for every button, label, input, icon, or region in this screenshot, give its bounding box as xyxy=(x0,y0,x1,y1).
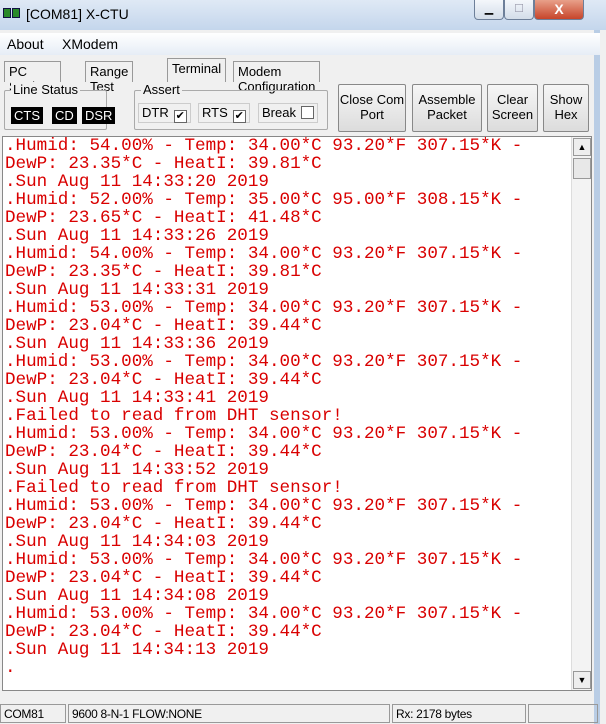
terminal-line: .Humid: 53.00% - Temp: 34.00*C 93.20*F 3… xyxy=(5,496,523,516)
scroll-thumb[interactable] xyxy=(573,158,591,179)
status-rx: Rx: 2178 bytes xyxy=(392,704,526,723)
dsr-indicator: DSR xyxy=(82,107,116,124)
terminal-line: .Sun Aug 11 14:33:36 2019 xyxy=(5,334,269,354)
show-hex-button[interactable]: Show Hex xyxy=(543,84,589,132)
terminal-line: .Failed to read from DHT sensor! xyxy=(5,478,343,498)
menu-about[interactable]: About xyxy=(7,36,44,52)
terminal-line: DewP: 23.04*C - HeatI: 39.44*C xyxy=(5,316,322,336)
rts-label: RTS xyxy=(202,105,228,120)
close-button[interactable]: X xyxy=(534,0,584,20)
terminal-line: .Humid: 53.00% - Temp: 34.00*C 93.20*F 3… xyxy=(5,550,523,570)
cts-indicator: CTS xyxy=(11,107,43,124)
terminal-line: .Sun Aug 11 14:33:20 2019 xyxy=(5,172,269,192)
terminal-line: .Humid: 53.00% - Temp: 34.00*C 93.20*F 3… xyxy=(5,604,523,624)
assert-group: Assert DTR ✔ RTS ✔ Break xyxy=(134,82,328,130)
rts-checkbox[interactable]: RTS ✔ xyxy=(198,103,250,123)
terminal-line: . xyxy=(5,658,16,678)
check-icon: ✔ xyxy=(232,110,246,123)
tab-terminal[interactable]: Terminal xyxy=(167,58,227,82)
cd-indicator: CD xyxy=(52,107,77,124)
terminal-line: .Sun Aug 11 14:33:26 2019 xyxy=(5,226,269,246)
terminal-line: .Sun Aug 11 14:33:31 2019 xyxy=(5,280,269,300)
terminal-line: .Humid: 54.00% - Temp: 34.00*C 93.20*F 3… xyxy=(5,136,523,156)
terminal-line: DewP: 23.04*C - HeatI: 39.44*C xyxy=(5,514,322,534)
window-title: [COM81] X-CTU xyxy=(26,6,129,22)
terminal-line: DewP: 23.35*C - HeatI: 39.81*C xyxy=(5,154,322,174)
status-extra xyxy=(528,704,598,723)
close-com-port-button[interactable]: Close Com Port xyxy=(338,84,406,132)
minimize-button[interactable]: ▁ xyxy=(474,0,504,20)
terminal-line: DewP: 23.65*C - HeatI: 41.48*C xyxy=(5,208,322,228)
terminal-line: DewP: 23.04*C - HeatI: 39.44*C xyxy=(5,442,322,462)
line-status-group: Line Status CTS CD DSR xyxy=(4,82,116,130)
terminal-line: DewP: 23.04*C - HeatI: 39.44*C xyxy=(5,622,322,642)
tab-modem-configuration[interactable]: Modem Configuration xyxy=(233,61,321,94)
break-checkbox[interactable]: Break xyxy=(258,103,318,123)
app-icon xyxy=(3,6,21,20)
break-label: Break xyxy=(262,105,296,120)
checkbox-empty xyxy=(300,106,314,119)
dtr-label: DTR xyxy=(142,105,169,120)
check-icon: ✔ xyxy=(173,110,187,123)
terminal-lines: .Humid: 54.00% - Temp: 34.00*C 93.20*F 3… xyxy=(5,137,522,677)
status-bar: COM81 9600 8-N-1 FLOW:NONE Rx: 2178 byte… xyxy=(0,703,600,724)
tab-range-test[interactable]: Range Test xyxy=(85,61,134,94)
terminal-line: DewP: 23.04*C - HeatI: 39.44*C xyxy=(5,568,322,588)
terminal-line: .Sun Aug 11 14:34:13 2019 xyxy=(5,640,269,660)
terminal-line: DewP: 23.04*C - HeatI: 39.44*C xyxy=(5,370,322,390)
menu-bar: About XModem xyxy=(0,33,600,55)
terminal-line: .Failed to read from DHT sensor! xyxy=(5,406,343,426)
dtr-checkbox[interactable]: DTR ✔ xyxy=(138,103,191,123)
tab-pc-settings[interactable]: PC Settings xyxy=(4,61,61,94)
terminal-line: .Sun Aug 11 14:33:41 2019 xyxy=(5,388,269,408)
terminal-line: .Humid: 54.00% - Temp: 34.00*C 93.20*F 3… xyxy=(5,244,523,264)
terminal-line: .Humid: 52.00% - Temp: 35.00*C 95.00*F 3… xyxy=(5,190,523,210)
terminal-output[interactable]: .Humid: 54.00% - Temp: 34.00*C 93.20*F 3… xyxy=(2,136,592,691)
line-status-label: Line Status xyxy=(11,82,81,97)
assert-label: Assert xyxy=(141,82,182,97)
vertical-scrollbar[interactable]: ▲ ▼ xyxy=(571,137,591,690)
assemble-packet-button[interactable]: Assemble Packet xyxy=(412,84,482,132)
terminal-line: .Humid: 53.00% - Temp: 34.00*C 93.20*F 3… xyxy=(5,424,523,444)
status-port: COM81 xyxy=(0,704,66,723)
status-settings: 9600 8-N-1 FLOW:NONE xyxy=(68,704,390,723)
terminal-line: .Sun Aug 11 14:34:08 2019 xyxy=(5,586,269,606)
terminal-line: .Humid: 53.00% - Temp: 34.00*C 93.20*F 3… xyxy=(5,352,523,372)
terminal-line: .Sun Aug 11 14:33:52 2019 xyxy=(5,460,269,480)
maximize-button[interactable]: ☐ xyxy=(504,0,534,20)
terminal-line: .Sun Aug 11 14:34:03 2019 xyxy=(5,532,269,552)
scroll-down-arrow-icon[interactable]: ▼ xyxy=(573,671,591,689)
terminal-line: .Humid: 53.00% - Temp: 34.00*C 93.20*F 3… xyxy=(5,298,523,318)
terminal-line: DewP: 23.35*C - HeatI: 39.81*C xyxy=(5,262,322,282)
menu-xmodem[interactable]: XModem xyxy=(62,36,118,52)
clear-screen-button[interactable]: Clear Screen xyxy=(487,84,538,132)
scroll-up-arrow-icon[interactable]: ▲ xyxy=(573,138,591,156)
